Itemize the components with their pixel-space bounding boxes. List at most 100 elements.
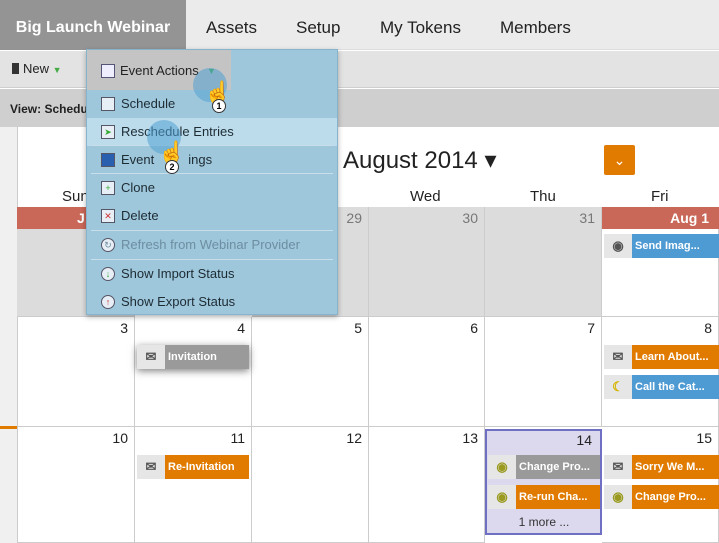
- day-name-sun: Sun: [62, 188, 89, 205]
- event-sorry-we[interactable]: ✉ Sorry We M...: [604, 455, 719, 479]
- tab-bar: Big Launch Webinar Assets Setup My Token…: [0, 0, 719, 50]
- menu-item-delete[interactable]: ✕ Delete: [87, 202, 337, 230]
- menu-item-event-settings[interactable]: Event ings: [87, 146, 337, 174]
- day-name-wed: Wed: [410, 188, 441, 205]
- schedule-icon: [101, 97, 115, 111]
- tab-assets[interactable]: Assets: [206, 0, 257, 50]
- day-cell[interactable]: 3: [17, 317, 135, 427]
- date-number: Aug 1: [670, 210, 709, 226]
- event-label: Send Imag...: [632, 234, 719, 258]
- delete-icon: ✕: [101, 209, 115, 223]
- menu-item-show-import-status[interactable]: ↓ Show Import Status: [87, 260, 337, 288]
- menu-item-label: Show Export Status: [121, 294, 236, 309]
- more-events-link[interactable]: 1 more ...: [487, 515, 601, 529]
- date-number: 30: [462, 210, 478, 226]
- view-label: View: Schedu: [10, 102, 88, 116]
- event-label: Change Pro...: [632, 485, 719, 509]
- menu-item-label: Delete: [121, 208, 159, 223]
- step-badge: 1: [212, 99, 226, 113]
- lightbulb-icon: ◉: [604, 485, 632, 509]
- date-number: 14: [576, 432, 592, 448]
- banana-icon: ☾: [604, 375, 632, 399]
- date-number: 7: [587, 320, 595, 336]
- menu-item-clone[interactable]: + Clone: [87, 174, 337, 202]
- palette-icon: ◉: [604, 234, 632, 258]
- chevron-down-icon: ⌄: [613, 152, 626, 168]
- date-number: 15: [696, 430, 712, 446]
- menu-item-label: Clone: [121, 180, 155, 195]
- import-status-icon: ↓: [101, 267, 115, 281]
- event-change-pro-fri[interactable]: ◉ Change Pro...: [604, 485, 719, 509]
- menu-item-label: Show Import Status: [121, 266, 235, 281]
- event-change-pro-thu[interactable]: ◉ Change Pro...: [488, 455, 600, 479]
- day-cell[interactable]: 5: [252, 317, 369, 427]
- mailbox-icon: ✉: [137, 345, 165, 369]
- day-cell[interactable]: 7: [485, 317, 602, 427]
- calendar-icon: [101, 64, 115, 78]
- menu-item-refresh: ↻ Refresh from Webinar Provider: [87, 231, 337, 259]
- event-learn-about[interactable]: ✉ Learn About...: [604, 345, 719, 369]
- event-actions-label: Event Actions: [120, 63, 199, 78]
- date-header: Aug 1: [602, 207, 719, 229]
- export-status-icon: ↑: [101, 295, 115, 309]
- event-invitation[interactable]: ✉ Invitation: [137, 345, 249, 369]
- left-gutter-marker: [0, 426, 17, 429]
- mailbox-icon: ✉: [604, 345, 632, 369]
- date-number: 31: [579, 210, 595, 226]
- date-number: 6: [470, 320, 478, 336]
- day-cell[interactable]: 10: [17, 427, 135, 543]
- date-number: 11: [230, 430, 245, 446]
- event-label: Learn About...: [632, 345, 719, 369]
- menu-item-label-tail: ings: [188, 152, 213, 167]
- day-cell[interactable]: 30: [369, 207, 485, 317]
- tab-members[interactable]: Members: [500, 0, 571, 50]
- new-label: New: [23, 61, 50, 76]
- day-cell[interactable]: 8: [602, 317, 719, 427]
- left-gutter: [0, 127, 17, 543]
- event-label: Re-run Cha...: [516, 485, 600, 509]
- event-label: Sorry We M...: [632, 455, 719, 479]
- day-cell[interactable]: 11: [135, 427, 252, 543]
- tab-my-tokens[interactable]: My Tokens: [380, 0, 461, 50]
- event-label: Invitation: [165, 345, 249, 369]
- date-number: 5: [354, 320, 362, 336]
- event-label: Re-Invitation: [165, 455, 249, 479]
- dropdown-arrow-icon: ▼: [52, 65, 62, 75]
- lightbulb-icon: ◉: [488, 485, 516, 509]
- clone-icon: +: [101, 181, 115, 195]
- menu-item-label: Refresh from Webinar Provider: [121, 237, 300, 252]
- refresh-icon: ↻: [101, 238, 115, 252]
- monitor-icon: [101, 153, 115, 167]
- event-rerun-cha[interactable]: ◉ Re-run Cha...: [488, 485, 600, 509]
- tab-big-launch-webinar[interactable]: Big Launch Webinar: [0, 0, 186, 50]
- event-call-the-cat[interactable]: ☾ Call the Cat...: [604, 375, 719, 399]
- menu-item-reschedule-entries[interactable]: ➤Reschedule Entries: [87, 118, 337, 146]
- day-cell[interactable]: 13: [369, 427, 485, 543]
- month-dropdown-button[interactable]: ⌄: [604, 145, 635, 175]
- date-number: 10: [112, 430, 128, 446]
- day-cell[interactable]: 4: [135, 317, 252, 427]
- date-number: 8: [704, 320, 712, 336]
- date-number: 12: [346, 430, 362, 446]
- new-icon: [12, 63, 19, 74]
- day-cell[interactable]: 31: [485, 207, 602, 317]
- date-number: 3: [120, 320, 128, 336]
- menu-item-label: Event: [121, 152, 155, 167]
- event-label: Call the Cat...: [632, 375, 719, 399]
- new-button[interactable]: New ▼: [12, 61, 62, 76]
- event-send-image[interactable]: ◉ Send Imag...: [604, 234, 719, 258]
- mailbox-icon: ✉: [137, 455, 165, 479]
- day-cell[interactable]: 6: [369, 317, 485, 427]
- day-cell[interactable]: 12: [252, 427, 369, 543]
- step-badge: 2: [165, 160, 179, 174]
- date-number: 29: [346, 210, 362, 226]
- event-re-invitation[interactable]: ✉ Re-Invitation: [137, 455, 249, 479]
- day-name-thu: Thu: [530, 188, 556, 205]
- tab-setup[interactable]: Setup: [296, 0, 340, 50]
- month-title[interactable]: August 2014 ▾: [343, 146, 497, 175]
- lightbulb-icon: ◉: [488, 455, 516, 479]
- date-number: 4: [237, 320, 245, 336]
- menu-item-show-export-status[interactable]: ↑ Show Export Status: [87, 288, 337, 316]
- day-name-fri: Fri: [651, 188, 669, 205]
- date-number: 13: [462, 430, 478, 446]
